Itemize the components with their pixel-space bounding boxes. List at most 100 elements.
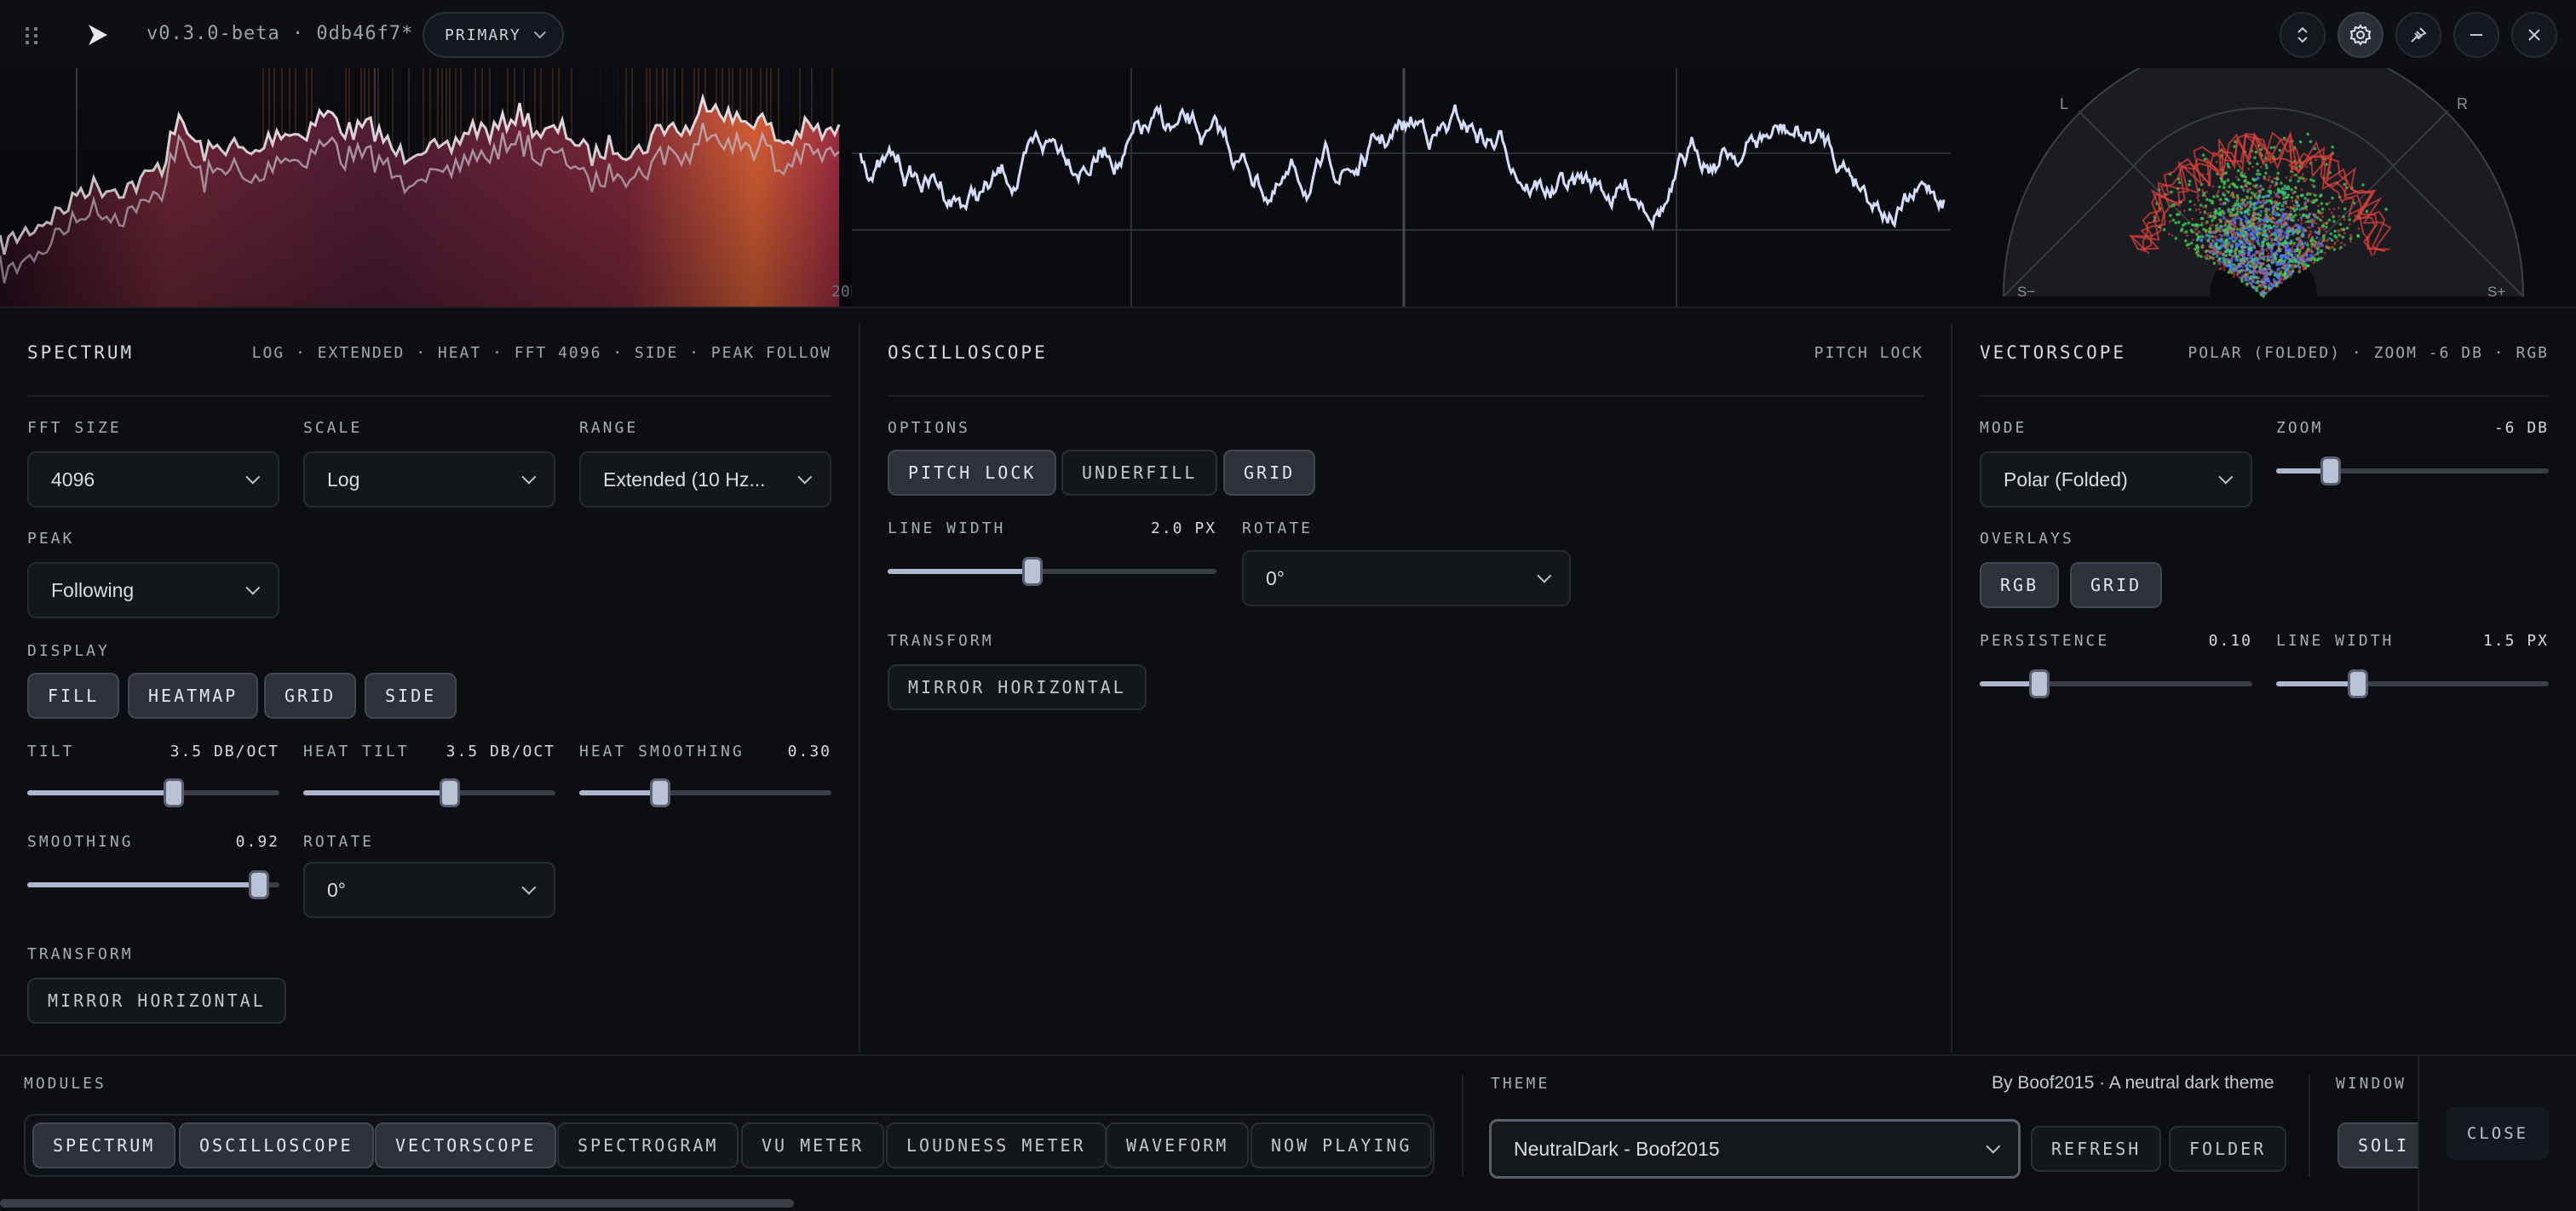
spectrum-panel: SPECTRUM LOG · EXTENDED · HEAT · FFT 409… xyxy=(0,308,859,1054)
spectrum-header: SPECTRUM LOG · EXTENDED · HEAT · FFT 409… xyxy=(27,342,831,397)
chevron-down-icon xyxy=(1537,568,1552,583)
zoom-value: -6 DB xyxy=(2493,419,2549,437)
rotate-label: ROTATE xyxy=(303,833,375,851)
fft-size-value: 4096 xyxy=(51,468,95,491)
display-heatmap-toggle[interactable]: HEATMAP xyxy=(128,673,259,719)
oscilloscope-display xyxy=(852,68,1951,307)
line-width-value: 1.5 PX xyxy=(2482,632,2549,650)
module-spectrogram-toggle[interactable]: SPECTROGRAM xyxy=(557,1122,739,1168)
profile-dropdown[interactable]: PRIMARY xyxy=(423,12,564,58)
slider-thumb[interactable] xyxy=(439,778,460,807)
slider-thumb[interactable] xyxy=(2348,669,2368,698)
vectorscope-title: VECTORSCOPE xyxy=(1980,342,2127,363)
slider-thumb[interactable] xyxy=(2029,669,2050,698)
module-now-playing-toggle[interactable]: NOW PLAYING xyxy=(1251,1122,1433,1168)
chevron-down-icon xyxy=(245,469,261,485)
pitch-lock-toggle[interactable]: PITCH LOCK xyxy=(888,450,1057,496)
line-width-slider[interactable] xyxy=(888,554,1216,588)
vector-label-side-plus: S+ xyxy=(2487,284,2505,300)
minimize-icon xyxy=(2470,34,2482,36)
module-oscilloscope-toggle[interactable]: OSCILLOSCOPE xyxy=(179,1122,374,1168)
module-loudness-meter-toggle[interactable]: LOUDNESS METER xyxy=(886,1122,1107,1168)
slider-thumb[interactable] xyxy=(649,778,670,807)
expand-collapse-icon xyxy=(2297,26,2308,43)
scale-value: Log xyxy=(327,468,360,491)
slider-thumb[interactable] xyxy=(249,870,270,899)
expand-collapse-button[interactable] xyxy=(2280,12,2326,58)
spectrum-display: 20k xyxy=(0,68,852,307)
close-button[interactable]: CLOSE xyxy=(2447,1107,2549,1160)
rotate-label: ROTATE xyxy=(1242,519,1314,537)
heat-tilt-slider[interactable] xyxy=(303,775,555,809)
drag-handle-icon[interactable] xyxy=(24,26,44,46)
tilt-value: 3.5 DB/OCT xyxy=(170,743,279,760)
slider-thumb[interactable] xyxy=(163,778,184,807)
theme-value: NeutralDark - Boof2015 xyxy=(1514,1137,1720,1160)
window-options-clip: SOLI xyxy=(2336,1116,2418,1175)
vectorscope-header: VECTORSCOPE POLAR (FOLDED) · ZOOM -6 DB … xyxy=(1980,342,2549,397)
display-side-toggle[interactable]: SIDE xyxy=(365,673,457,719)
rotate-value: 0° xyxy=(327,878,346,901)
horizontal-scrollbar[interactable] xyxy=(0,1199,794,1208)
chevron-down-icon xyxy=(521,880,537,895)
heat-smoothing-slider[interactable] xyxy=(579,775,831,809)
settings-button[interactable] xyxy=(2337,12,2383,58)
display-fill-toggle[interactable]: FILL xyxy=(27,673,120,719)
persistence-slider[interactable] xyxy=(1980,666,2252,700)
module-spectrum-toggle[interactable]: SPECTRUM xyxy=(32,1122,176,1168)
close-window-button[interactable] xyxy=(2511,12,2557,58)
slider-thumb[interactable] xyxy=(2320,456,2341,485)
modules-label: MODULES xyxy=(24,1075,106,1093)
transform-label: TRANSFORM xyxy=(888,632,994,650)
heat-smoothing-value: 0.30 xyxy=(787,743,831,760)
rotate-select[interactable]: 0° xyxy=(1242,550,1571,606)
options-label: OPTIONS xyxy=(888,419,970,437)
window-label: WINDOW xyxy=(2336,1075,2407,1093)
theme-refresh-button[interactable]: REFRESH xyxy=(2031,1126,2162,1172)
window-solid-toggle[interactable]: SOLI xyxy=(2337,1122,2418,1168)
mirror-horizontal-button[interactable]: MIRROR HORIZONTAL xyxy=(27,978,286,1024)
zoom-slider[interactable] xyxy=(2276,453,2549,487)
theme-folder-button[interactable]: FOLDER xyxy=(2169,1126,2287,1172)
module-vu-meter-toggle[interactable]: VU METER xyxy=(741,1122,885,1168)
bottom-separator xyxy=(1462,1075,1463,1177)
mode-label: MODE xyxy=(1980,419,2027,437)
tilt-slider[interactable] xyxy=(27,775,279,809)
line-width-slider[interactable] xyxy=(2276,666,2549,700)
module-vectorscope-toggle[interactable]: VECTORSCOPE xyxy=(375,1122,557,1168)
theme-select[interactable]: NeutralDark - Boof2015 xyxy=(1489,1119,2021,1179)
range-select[interactable]: Extended (10 Hz... xyxy=(579,451,831,508)
theme-label: THEME xyxy=(1491,1075,1550,1093)
minimize-button[interactable] xyxy=(2453,12,2499,58)
smoothing-slider[interactable] xyxy=(27,867,279,901)
underfill-toggle[interactable]: UNDERFILL xyxy=(1061,450,1218,496)
peak-label: PEAK xyxy=(27,530,75,548)
vector-label-right: R xyxy=(2457,95,2468,112)
slider-thumb[interactable] xyxy=(1021,557,1043,586)
oscilloscope-summary: PITCH LOCK xyxy=(1814,344,1923,362)
peak-select[interactable]: Following xyxy=(27,562,279,618)
spectrum-summary: LOG · EXTENDED · HEAT · FFT 4096 · SIDE … xyxy=(251,344,831,362)
rotate-select[interactable]: 0° xyxy=(303,862,555,918)
range-value: Extended (10 Hz... xyxy=(603,468,766,491)
chevron-down-icon xyxy=(797,469,813,485)
display-grid-toggle[interactable]: GRID xyxy=(264,673,357,719)
title-bar: v0.3.0-beta · 0db46f7* PRIMARY xyxy=(0,0,2576,68)
grid-toggle[interactable]: GRID xyxy=(2070,562,2163,608)
range-label: RANGE xyxy=(579,419,639,437)
oscilloscope-panel: OSCILLOSCOPE PITCH LOCK OPTIONS PITCH LO… xyxy=(860,308,1951,1054)
mode-select[interactable]: Polar (Folded) xyxy=(1980,451,2252,508)
visualizer-strip: 20k L R S− S+ xyxy=(0,68,2576,307)
grid-toggle[interactable]: GRID xyxy=(1223,450,1316,496)
peak-value: Following xyxy=(51,578,135,601)
pin-button[interactable] xyxy=(2395,12,2441,58)
rgb-toggle[interactable]: RGB xyxy=(1980,562,2060,608)
mode-value: Polar (Folded) xyxy=(2004,468,2128,491)
scale-select[interactable]: Log xyxy=(303,451,555,508)
module-waveform-toggle[interactable]: WAVEFORM xyxy=(1106,1122,1250,1168)
app-logo-icon xyxy=(89,25,107,45)
gear-icon xyxy=(2349,24,2372,46)
fft-size-select[interactable]: 4096 xyxy=(27,451,279,508)
vectorscope-display: L R S− S+ xyxy=(2003,68,2524,300)
mirror-horizontal-button[interactable]: MIRROR HORIZONTAL xyxy=(888,664,1147,710)
